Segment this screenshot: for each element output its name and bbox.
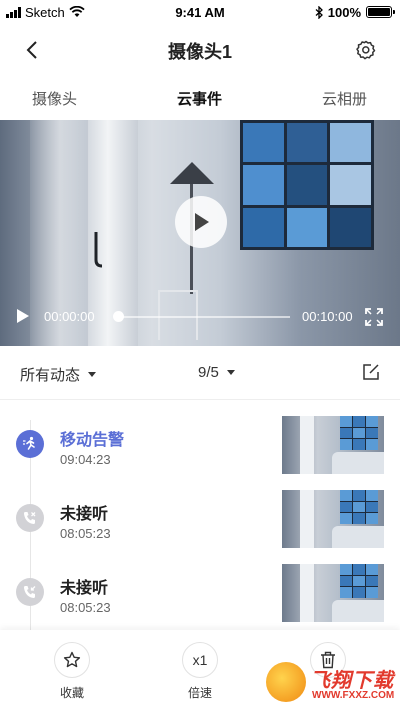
event-item[interactable]: 未接听 08:05:23 [0,474,400,548]
play-small-icon[interactable] [16,308,30,324]
event-item[interactable]: 移动告警 09:04:23 [0,400,400,474]
favorite-button[interactable]: 收藏 [42,642,102,701]
video-scene-wall-art [240,120,374,250]
fullscreen-icon[interactable] [364,307,384,327]
favorite-label: 收藏 [59,686,84,700]
page-title: 摄像头1 [167,42,232,62]
play-button[interactable] [175,196,227,248]
phone-incoming-icon [24,586,36,598]
video-scene-handle [94,232,103,268]
event-thumbnail[interactable] [282,564,384,622]
caret-down-icon [88,372,97,377]
status-right: 100% [315,4,395,20]
event-time: 09:04:23 [60,452,111,467]
watermark-title: 飞翔下载 [310,670,394,692]
speed-label: 倍速 [187,686,212,700]
star-icon [63,651,81,668]
running-person-icon [23,436,35,450]
event-title: 未接听 [60,580,109,597]
battery-icon [366,6,395,18]
tab-cloud-events[interactable]: 云事件 [177,88,222,109]
date-label: 9/5 [198,364,219,381]
event-thumbnail[interactable] [282,490,384,548]
caret-down-icon [226,370,235,375]
event-type-dropdown[interactable]: 所有动态 [20,364,97,385]
battery-percent: 100% [327,4,361,20]
speed-value: x1 [182,642,218,678]
date-dropdown[interactable]: 9/5 [198,364,235,381]
tab-camera[interactable]: 摄像头 [32,88,77,109]
current-time: 00:00:00 [44,309,95,324]
speed-button[interactable]: x1 倍速 [170,642,230,701]
bluetooth-icon [315,5,323,19]
settings-button[interactable] [352,36,380,64]
progress-track[interactable] [118,316,290,318]
gear-icon [356,40,376,60]
event-item[interactable]: 未接听 08:05:23 [0,548,400,622]
phone-missed-icon [24,512,36,524]
motion-alert-icon [16,430,44,458]
progress-thumb[interactable] [113,311,124,322]
event-time: 08:05:23 [60,526,111,541]
nav-header: 摄像头1 [0,24,400,76]
event-thumbnail[interactable] [282,416,384,474]
edit-icon[interactable] [362,363,380,381]
event-title: 移动告警 [60,432,125,449]
watermark-logo: 飞翔下载 WWW.FXXZ.COM [266,662,396,706]
filter-row: 所有动态 9/5 [0,346,400,400]
event-title: 未接听 [60,506,109,523]
event-type-label: 所有动态 [20,367,81,384]
player-controls: 00:00:00 00:10:00 [0,300,400,334]
status-bar: Sketch 9:41 AM 100% [0,0,400,24]
favorite-circle [54,642,90,678]
watermark-icon [266,662,306,702]
missed-call-icon [16,578,44,606]
total-time: 00:10:00 [302,309,353,324]
missed-call-icon [16,504,44,532]
tab-bar: 摄像头 云事件 云相册 [0,76,400,120]
video-scene-lamp [170,162,214,184]
play-icon [195,213,209,231]
event-time: 08:05:23 [60,600,111,615]
tab-cloud-album[interactable]: 云相册 [322,88,367,109]
event-list: 移动告警 09:04:23 未接听 08:05:23 未接听 08:05:23 [0,400,400,630]
watermark-subtitle: WWW.FXXZ.COM [312,690,395,701]
